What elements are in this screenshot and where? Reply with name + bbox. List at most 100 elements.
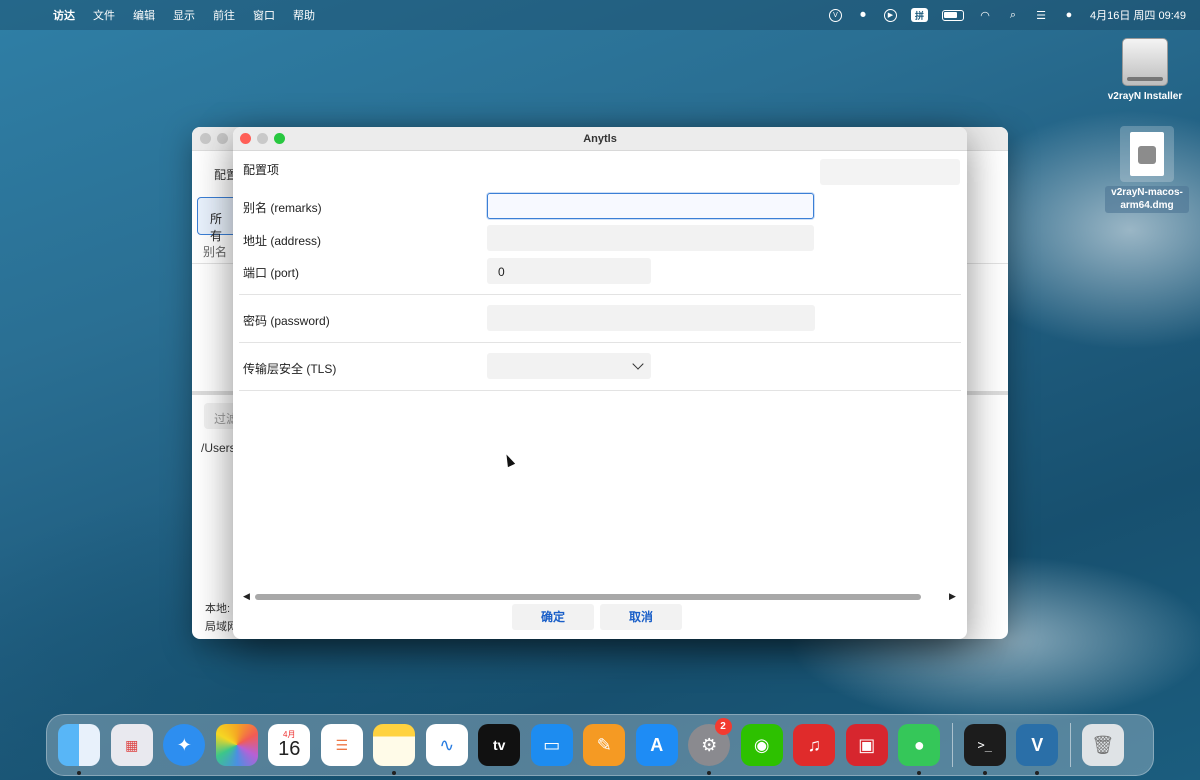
form-divider bbox=[239, 294, 961, 295]
dock-trash[interactable]: 🗑 bbox=[1077, 714, 1130, 776]
dialog-titlebar: Anytls bbox=[233, 127, 967, 151]
dock-terminal[interactable]: >_ bbox=[959, 714, 1012, 776]
pages-icon: ✎ bbox=[583, 724, 626, 766]
freeform-icon: ∿ bbox=[425, 724, 468, 766]
reminders-icon: ☰ bbox=[320, 724, 363, 766]
column-header-alias[interactable]: 别名 bbox=[203, 243, 227, 260]
dock-finder[interactable] bbox=[53, 714, 106, 776]
close-button[interactable] bbox=[200, 133, 211, 144]
dock-separator bbox=[1069, 723, 1071, 767]
running-indicator bbox=[982, 771, 987, 775]
dock-tv[interactable]: tv bbox=[473, 714, 526, 776]
dock-freeform[interactable]: ∿ bbox=[421, 714, 474, 776]
status-area: V ⏺ ▶ 拼 ◠ ⌕ ☰ ● 4月16日 周四 09:49 bbox=[829, 7, 1200, 23]
control-center-icon[interactable]: ☰ bbox=[1034, 8, 1048, 22]
dock-launchpad[interactable]: ▦ bbox=[106, 714, 159, 776]
tls-label: 传输层安全 (TLS) bbox=[243, 362, 337, 376]
desktop-icon-installer[interactable]: v2rayN Installer bbox=[1100, 38, 1190, 105]
v2ray-status-icon[interactable]: V bbox=[829, 8, 842, 22]
ok-button[interactable]: 确定 bbox=[512, 604, 594, 630]
spotlight-search-icon[interactable]: ⌕ bbox=[1006, 8, 1020, 22]
port-label: 端口 (port) bbox=[243, 266, 300, 280]
minimize-button[interactable] bbox=[257, 133, 268, 144]
dock-separator bbox=[951, 723, 953, 767]
dock-appstore[interactable]: A bbox=[631, 714, 684, 776]
password-input[interactable] bbox=[487, 305, 815, 331]
dock-keynote[interactable]: ▭ bbox=[526, 714, 579, 776]
dock-reminders[interactable]: ☰ bbox=[316, 714, 369, 776]
remarks-label: 别名 (remarks) bbox=[243, 201, 322, 215]
log-path-text: /Users bbox=[201, 441, 236, 455]
wifi-icon[interactable]: ◠ bbox=[978, 8, 992, 22]
play-status-icon[interactable]: ▶ bbox=[884, 8, 897, 22]
dock-v2rayn[interactable]: V bbox=[1011, 714, 1064, 776]
dmg-file-icon bbox=[1120, 126, 1174, 182]
menu-file[interactable]: 文件 bbox=[84, 7, 124, 23]
trash-icon: 🗑 bbox=[1081, 724, 1124, 766]
minimize-button[interactable] bbox=[217, 133, 228, 144]
anytls-dialog: Anytls 配置项 ⋮ 别名 (remarks) 地址 (address) 端… bbox=[233, 127, 967, 639]
calendar-day: 16 bbox=[278, 738, 301, 760]
finder-icon bbox=[58, 724, 101, 766]
notes-icon bbox=[373, 724, 416, 766]
chevron-down-icon bbox=[632, 358, 644, 370]
messages-icon: ● bbox=[898, 724, 941, 766]
menu-edit[interactable]: 编辑 bbox=[124, 7, 164, 23]
desktop-icon-label: v2rayN Installer bbox=[1107, 91, 1183, 102]
close-button[interactable] bbox=[240, 133, 251, 144]
desktop-icon-label: v2rayN-macos-arm64.dmg bbox=[1105, 186, 1189, 213]
address-input[interactable] bbox=[487, 225, 814, 251]
dock: ▦ ✦ 4月 16 ☰ ∿ tv ▭ ✎ A ⚙ 2 ◉ ♫ ▣ ● >_ V … bbox=[46, 714, 1154, 776]
cancel-button[interactable]: 取消 bbox=[600, 604, 682, 630]
tls-select[interactable] bbox=[487, 353, 651, 379]
dock-photobooth[interactable]: ▣ bbox=[841, 714, 894, 776]
remarks-input[interactable] bbox=[487, 193, 814, 219]
menubar-clock[interactable]: 4月16日 周四 09:49 bbox=[1090, 7, 1186, 23]
password-label: 密码 (password) bbox=[243, 314, 330, 328]
running-indicator bbox=[1035, 771, 1040, 775]
menu-window[interactable]: 窗口 bbox=[244, 7, 284, 23]
menu-go[interactable]: 前往 bbox=[204, 7, 244, 23]
dock-pages[interactable]: ✎ bbox=[578, 714, 631, 776]
form-divider bbox=[239, 390, 961, 391]
siri-icon[interactable]: ● bbox=[1062, 8, 1076, 22]
screen-record-icon[interactable]: ⏺ bbox=[856, 8, 870, 22]
dock-notes[interactable] bbox=[368, 714, 421, 776]
dock-netease-music[interactable]: ♫ bbox=[788, 714, 841, 776]
scroll-left-icon[interactable]: ◀ bbox=[243, 591, 250, 602]
notification-badge: 2 bbox=[714, 718, 732, 735]
menu-view[interactable]: 显示 bbox=[164, 7, 204, 23]
form-divider bbox=[239, 342, 961, 343]
section-title: 配置项 bbox=[243, 163, 280, 177]
running-indicator bbox=[707, 771, 712, 775]
running-indicator bbox=[392, 771, 397, 775]
dock-messages[interactable]: ● bbox=[893, 714, 946, 776]
address-label: 地址 (address) bbox=[243, 234, 322, 248]
zoom-button[interactable] bbox=[274, 133, 285, 144]
appstore-icon: A bbox=[635, 724, 678, 766]
tv-icon: tv bbox=[478, 724, 521, 766]
calendar-icon: 4月 16 bbox=[268, 724, 311, 766]
desktop-icon-dmg[interactable]: v2rayN-macos-arm64.dmg bbox=[1102, 126, 1192, 213]
tv-label: tv bbox=[493, 737, 506, 753]
menu-help[interactable]: 帮助 bbox=[284, 7, 324, 23]
dock-photos[interactable] bbox=[211, 714, 264, 776]
safari-icon: ✦ bbox=[163, 724, 206, 766]
port-input[interactable]: 0 bbox=[487, 258, 651, 284]
horizontal-scrollbar[interactable] bbox=[255, 594, 921, 600]
battery-icon[interactable] bbox=[942, 9, 964, 21]
dock-calendar[interactable]: 4月 16 bbox=[263, 714, 316, 776]
menu-app-name[interactable]: 访达 bbox=[44, 7, 84, 23]
netease-music-icon: ♫ bbox=[793, 724, 836, 766]
dock-safari[interactable]: ✦ bbox=[158, 714, 211, 776]
launchpad-icon: ▦ bbox=[110, 724, 153, 766]
dock-system-settings[interactable]: ⚙ 2 bbox=[683, 714, 736, 776]
dock-wechat[interactable]: ◉ bbox=[736, 714, 789, 776]
dialog-title: Anytls bbox=[583, 132, 617, 145]
menu-bar: 访达 文件 编辑 显示 前往 窗口 帮助 V ⏺ ▶ 拼 ◠ ⌕ ☰ ● 4月1… bbox=[0, 0, 1200, 30]
scroll-right-icon[interactable]: ▶ bbox=[949, 591, 956, 602]
terminal-icon: >_ bbox=[963, 724, 1006, 766]
wechat-icon: ◉ bbox=[740, 724, 783, 766]
disk-drive-icon bbox=[1122, 38, 1168, 86]
input-method-icon[interactable]: 拼 bbox=[911, 8, 928, 22]
